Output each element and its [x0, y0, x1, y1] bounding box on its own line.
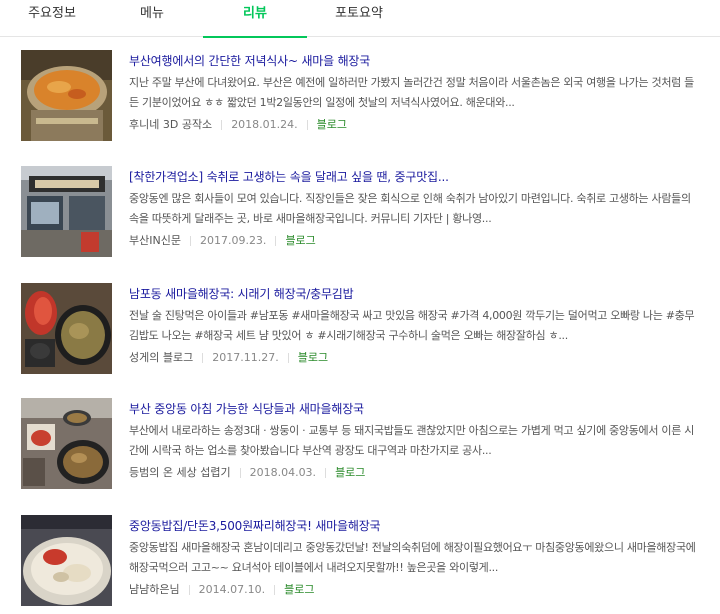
divider — [325, 468, 327, 478]
review-meta: 냠냠하은님 2014.07.10. 블로그 — [129, 583, 314, 597]
restaurant-storefront-photo-icon[interactable] — [21, 166, 112, 257]
review-meta: 부산IN신문 2017.09.23. 블로그 — [129, 234, 316, 248]
divider — [275, 236, 277, 246]
review-source-type[interactable]: 블로그 — [298, 351, 328, 365]
divider — [287, 353, 289, 363]
review-item: 부산여행에서의 간단한 저녁식사~ 새마을 해장국 지난 주말 부산에 다녀왔어… — [0, 44, 720, 159]
review-date: 2018.01.24. — [231, 118, 298, 131]
review-meta: 성게의 블로그 2017.11.27. 블로그 — [129, 351, 328, 365]
tab-photo-summary[interactable]: 포토요약 — [307, 0, 411, 37]
divider — [239, 468, 241, 478]
review-item: 남포동 새마을해장국: 시래기 해장국/충무김밥 전날 술 진탕먹은 아이들과 … — [0, 277, 720, 392]
divider — [189, 236, 191, 246]
review-author[interactable]: 성게의 블로그 — [129, 351, 193, 365]
divider — [202, 353, 204, 363]
review-source-type[interactable]: 블로그 — [284, 583, 314, 597]
tab-review[interactable]: 리뷰 — [203, 0, 307, 38]
review-item: 부산 중앙동 아침 가능한 식당들과 새마을해장국 부산에서 내로라하는 송정3… — [0, 392, 720, 507]
review-body: 중앙동밥집 새마을해장국 혼남이데리고 중앙동갔던날! 전날의숙취덤에 해장이필… — [129, 541, 696, 574]
review-author[interactable]: 냠냠하은님 — [129, 583, 180, 597]
hotpot-photo-icon[interactable] — [21, 50, 112, 141]
soup-bowl-photo-icon[interactable] — [21, 515, 112, 606]
review-date: 2017.09.23. — [199, 234, 267, 247]
review-date: 2017.11.27. — [212, 351, 279, 364]
review-author[interactable]: 후니네 3D 공작소 — [129, 118, 212, 132]
divider — [188, 585, 190, 595]
review-author[interactable]: 부산IN신문 — [129, 234, 181, 248]
review-item: [착한가격업소] 숙취로 고생하는 속을 달래고 싶을 땐, 중구맛집... 중… — [0, 160, 720, 275]
review-title[interactable]: 중앙동밥집/단돈3,500원짜리해장국! 새마을해장국 — [129, 517, 381, 534]
review-title[interactable]: 부산여행에서의 간단한 저녁식사~ 새마을 해장국 — [129, 52, 370, 69]
tab-menu[interactable]: 메뉴 — [104, 0, 200, 37]
review-source-type[interactable]: 블로그 — [335, 466, 365, 480]
review-author[interactable]: 등범의 온 세상 섭렵기 — [129, 466, 231, 480]
divider — [221, 120, 223, 130]
divider — [306, 120, 308, 130]
review-meta: 등범의 온 세상 섭렵기 2018.04.03. 블로그 — [129, 466, 365, 480]
review-title[interactable]: 부산 중앙동 아침 가능한 식당들과 새마을해장국 — [129, 400, 364, 417]
review-body: 전날 술 진탕먹은 아이들과 #남포동 #새마을해장국 싸고 맛있음 해장국 #… — [129, 309, 695, 342]
review-meta: 후니네 3D 공작소 2018.01.24. 블로그 — [129, 118, 347, 132]
review-item: 중앙동밥집/단돈3,500원짜리해장국! 새마을해장국 중앙동밥집 새마을해장국… — [0, 509, 720, 614]
review-body: 지난 주말 부산에 다녀왔어요. 부산은 예전에 일하러만 가봤지 놀러간건 정… — [129, 76, 694, 109]
review-date: 2018.04.03. — [249, 466, 317, 479]
review-title[interactable]: 남포동 새마을해장국: 시래기 해장국/충무김밥 — [129, 285, 354, 302]
soup-kimchi-photo-icon[interactable] — [21, 283, 112, 374]
review-body: 부산에서 내로라하는 송정3대 · 쌍둥이 · 교통부 등 돼지국밥들도 괜찮았… — [129, 424, 695, 457]
soup-table-photo-icon[interactable] — [21, 398, 112, 489]
divider — [274, 585, 276, 595]
tab-bar: 주요정보 메뉴 리뷰 포토요약 — [0, 0, 720, 38]
review-source-type[interactable]: 블로그 — [285, 234, 315, 248]
tab-main-info[interactable]: 주요정보 — [0, 0, 104, 37]
review-date: 2014.07.10. — [198, 583, 266, 596]
review-body: 중앙동엔 많은 회사들이 모여 있습니다. 직장인들은 잦은 회식으로 인해 숙… — [129, 192, 691, 225]
review-source-type[interactable]: 블로그 — [317, 118, 347, 132]
review-title[interactable]: [착한가격업소] 숙취로 고생하는 속을 달래고 싶을 땐, 중구맛집... — [129, 168, 449, 185]
